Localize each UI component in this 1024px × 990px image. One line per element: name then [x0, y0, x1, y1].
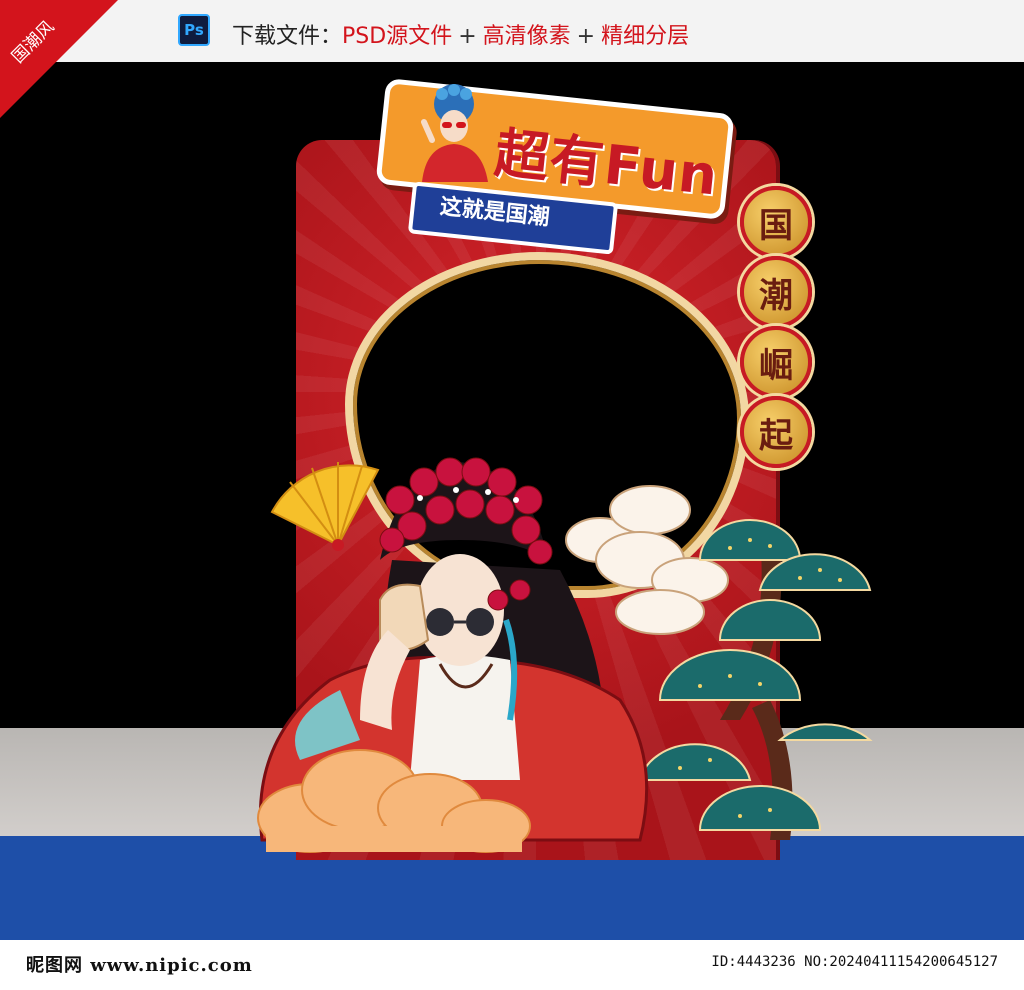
- illustration-layer: [257, 457, 873, 853]
- watermark-id: ID:4443236 NO:20240411154200645127: [711, 954, 998, 970]
- watermark-logo: 昵图网 www.nipic.com: [26, 955, 253, 976]
- folding-fan-icon: [270, 462, 380, 551]
